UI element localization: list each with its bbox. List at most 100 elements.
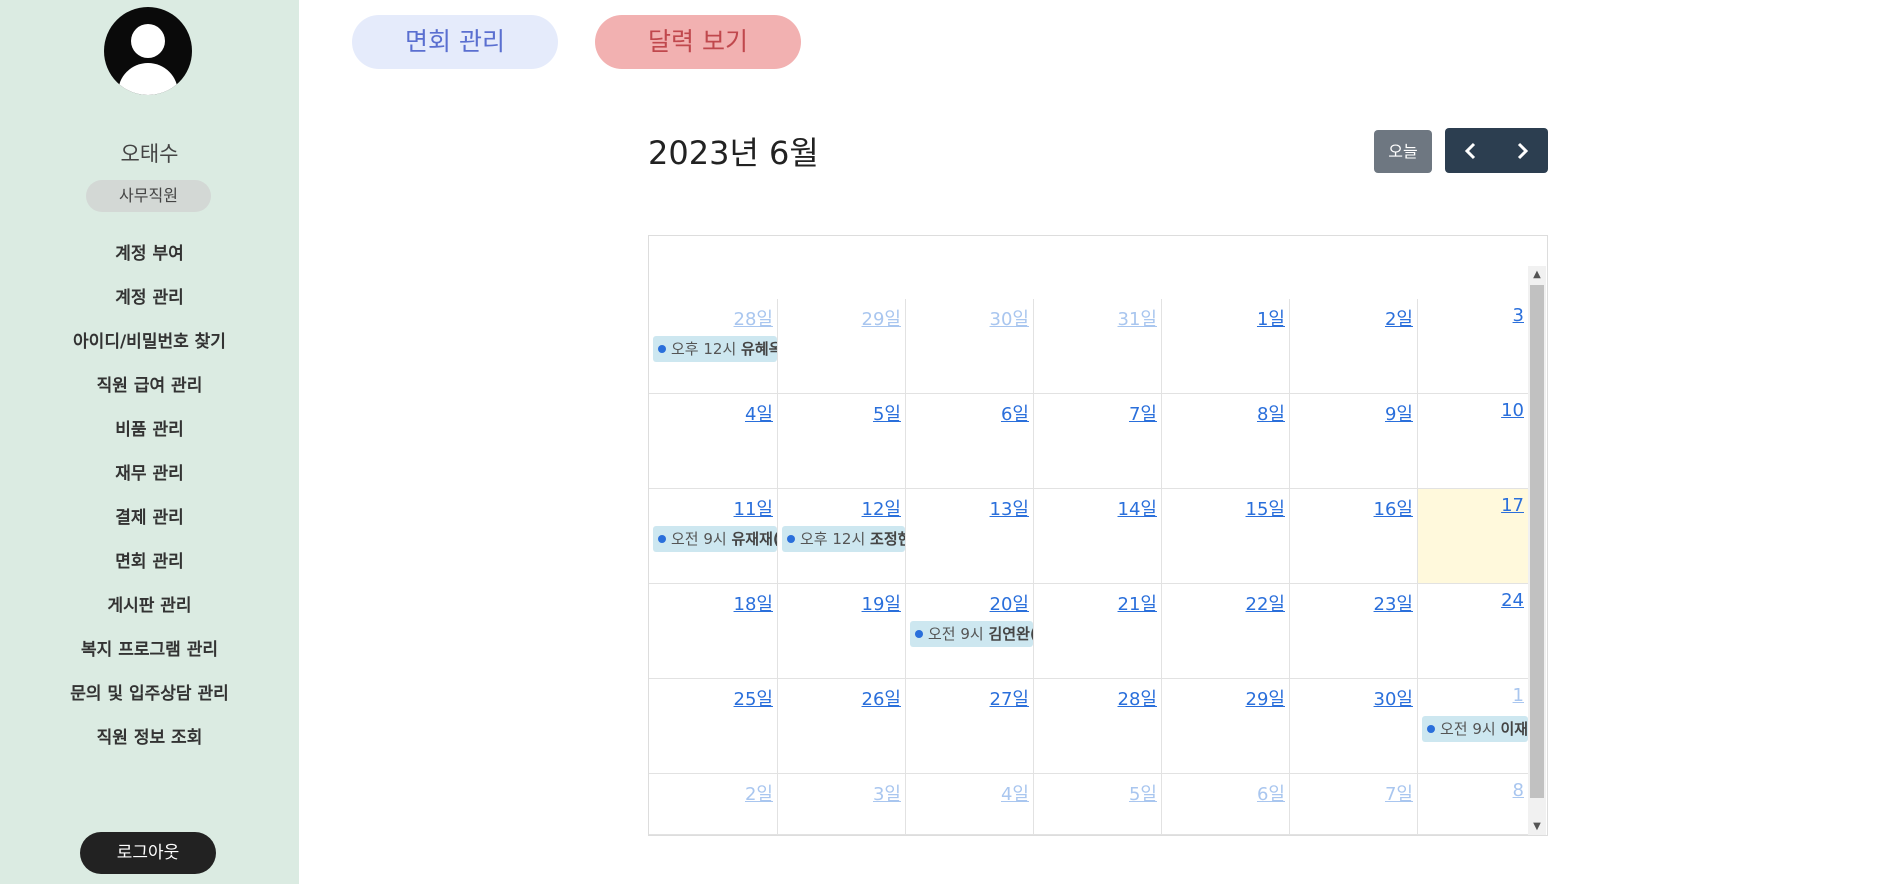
day-cell[interactable]: 27일 [905,679,1033,774]
sidebar-item-welfare[interactable]: 복지 프로그램 관리 [0,636,299,680]
day-cell[interactable]: 1 오전 9시 이재 [1417,679,1528,774]
day-number-link[interactable]: 11일 [734,495,773,521]
day-number-link[interactable]: 2일 [745,780,773,806]
day-number-link[interactable]: 6일 [1257,780,1285,806]
day-cell[interactable]: 29일 [777,299,905,394]
day-cell[interactable]: 25일 [649,679,777,774]
day-number-link[interactable]: 28일 [1118,685,1157,711]
day-number-link[interactable]: 4일 [1001,780,1029,806]
day-cell[interactable]: 31일 [1033,299,1161,394]
day-number-link[interactable]: 30일 [990,305,1029,331]
day-cell[interactable]: 18일 [649,584,777,679]
sidebar-item-salary[interactable]: 직원 급여 관리 [0,372,299,416]
calendar-event[interactable]: 오전 9시 김연완( [910,621,1033,647]
day-cell[interactable]: 1일 [1161,299,1289,394]
day-number-link[interactable]: 31일 [1118,305,1157,331]
day-number-link[interactable]: 13일 [990,495,1029,521]
day-cell[interactable]: 7일 [1289,774,1417,835]
calendar-event[interactable]: 오전 9시 유재재( [653,526,777,552]
day-number-link[interactable]: 24 [1501,590,1524,611]
day-cell[interactable]: 11일오전 9시 유재재( [649,489,777,584]
day-number-link[interactable]: 5일 [873,400,901,426]
day-cell[interactable]: 6일 [905,394,1033,489]
tab-visit-management[interactable]: 면회 관리 [352,15,558,69]
sidebar-item-board[interactable]: 게시판 관리 [0,592,299,636]
prev-month-button[interactable] [1445,128,1497,173]
tab-calendar-view[interactable]: 달력 보기 [595,15,801,69]
day-cell[interactable]: 23일 [1289,584,1417,679]
day-number-link[interactable]: 28일 [734,305,773,331]
day-number-link[interactable]: 20일 [990,590,1029,616]
day-cell[interactable]: 26일 [777,679,905,774]
day-cell[interactable]: 3 [1417,299,1528,394]
day-number-link[interactable]: 19일 [862,590,901,616]
day-cell[interactable]: 10 [1417,394,1528,489]
sidebar-item-find-id-password[interactable]: 아이디/비밀번호 찾기 [0,328,299,372]
day-cell[interactable]: 15일 [1161,489,1289,584]
day-number-link[interactable]: 4일 [745,400,773,426]
sidebar-item-finance[interactable]: 재무 관리 [0,460,299,504]
day-number-link[interactable]: 29일 [1246,685,1285,711]
day-cell[interactable]: 13일 [905,489,1033,584]
today-button[interactable]: 오늘 [1374,130,1432,173]
day-number-link[interactable]: 9일 [1385,400,1413,426]
scroll-down-icon[interactable]: ▼ [1528,820,1546,834]
day-cell[interactable]: 21일 [1033,584,1161,679]
day-number-link[interactable]: 30일 [1374,685,1413,711]
day-cell[interactable]: 30일 [905,299,1033,394]
calendar-event[interactable]: 오후 12시 조정현 [782,526,905,552]
scroll-thumb[interactable] [1530,285,1544,798]
day-number-link[interactable]: 16일 [1374,495,1413,521]
sidebar-item-supplies[interactable]: 비품 관리 [0,416,299,460]
sidebar-item-account-manage[interactable]: 계정 관리 [0,284,299,328]
day-cell[interactable]: 9일 [1289,394,1417,489]
day-number-link[interactable]: 8일 [1257,400,1285,426]
day-cell[interactable]: 20일오전 9시 김연완( [905,584,1033,679]
day-number-link[interactable]: 22일 [1246,590,1285,616]
day-number-link[interactable]: 1 [1513,685,1524,706]
day-number-link[interactable]: 8 [1513,780,1524,801]
sidebar-item-account-grant[interactable]: 계정 부여 [0,240,299,284]
day-cell[interactable]: 5일 [777,394,905,489]
day-cell[interactable]: 4일 [905,774,1033,835]
day-cell[interactable]: 24 [1417,584,1528,679]
sidebar-item-staff-info[interactable]: 직원 정보 조회 [0,724,299,768]
day-number-link[interactable]: 7일 [1385,780,1413,806]
day-number-link[interactable]: 2일 [1385,305,1413,331]
day-cell[interactable]: 28일오후 12시 유혜옥 [649,299,777,394]
day-number-link[interactable]: 3 [1513,305,1524,326]
day-cell[interactable]: 2일 [649,774,777,835]
day-number-link[interactable]: 1일 [1257,305,1285,331]
sidebar-item-inquiry[interactable]: 문의 및 입주상담 관리 [0,680,299,724]
day-cell[interactable]: 5일 [1033,774,1161,835]
day-cell[interactable]: 2일 [1289,299,1417,394]
calendar-scrollbar[interactable]: ▲ ▼ [1528,266,1546,835]
day-number-link[interactable]: 10 [1501,400,1524,421]
day-cell[interactable]: 12일오후 12시 조정현 [777,489,905,584]
scroll-up-icon[interactable]: ▲ [1528,268,1546,282]
day-cell[interactable]: 3일 [777,774,905,835]
day-cell[interactable]: 14일 [1033,489,1161,584]
day-cell[interactable]: 8 [1417,774,1528,835]
sidebar-item-payment[interactable]: 결제 관리 [0,504,299,548]
day-cell[interactable]: 29일 [1161,679,1289,774]
day-number-link[interactable]: 29일 [862,305,901,331]
day-cell[interactable]: 22일 [1161,584,1289,679]
day-number-link[interactable]: 21일 [1118,590,1157,616]
day-cell[interactable]: 16일 [1289,489,1417,584]
day-number-link[interactable]: 5일 [1129,780,1157,806]
day-number-link[interactable]: 3일 [873,780,901,806]
day-cell[interactable]: 19일 [777,584,905,679]
day-number-link[interactable]: 14일 [1118,495,1157,521]
day-number-link[interactable]: 15일 [1246,495,1285,521]
day-cell[interactable]: 4일 [649,394,777,489]
calendar-event[interactable]: 오전 9시 이재 [1422,716,1528,742]
next-month-button[interactable] [1497,128,1549,173]
day-number-link[interactable]: 17 [1501,495,1524,516]
day-cell[interactable]: 28일 [1033,679,1161,774]
day-cell[interactable]: 7일 [1033,394,1161,489]
sidebar-item-visit[interactable]: 면회 관리 [0,548,299,592]
day-number-link[interactable]: 6일 [1001,400,1029,426]
day-number-link[interactable]: 27일 [990,685,1029,711]
day-number-link[interactable]: 7일 [1129,400,1157,426]
